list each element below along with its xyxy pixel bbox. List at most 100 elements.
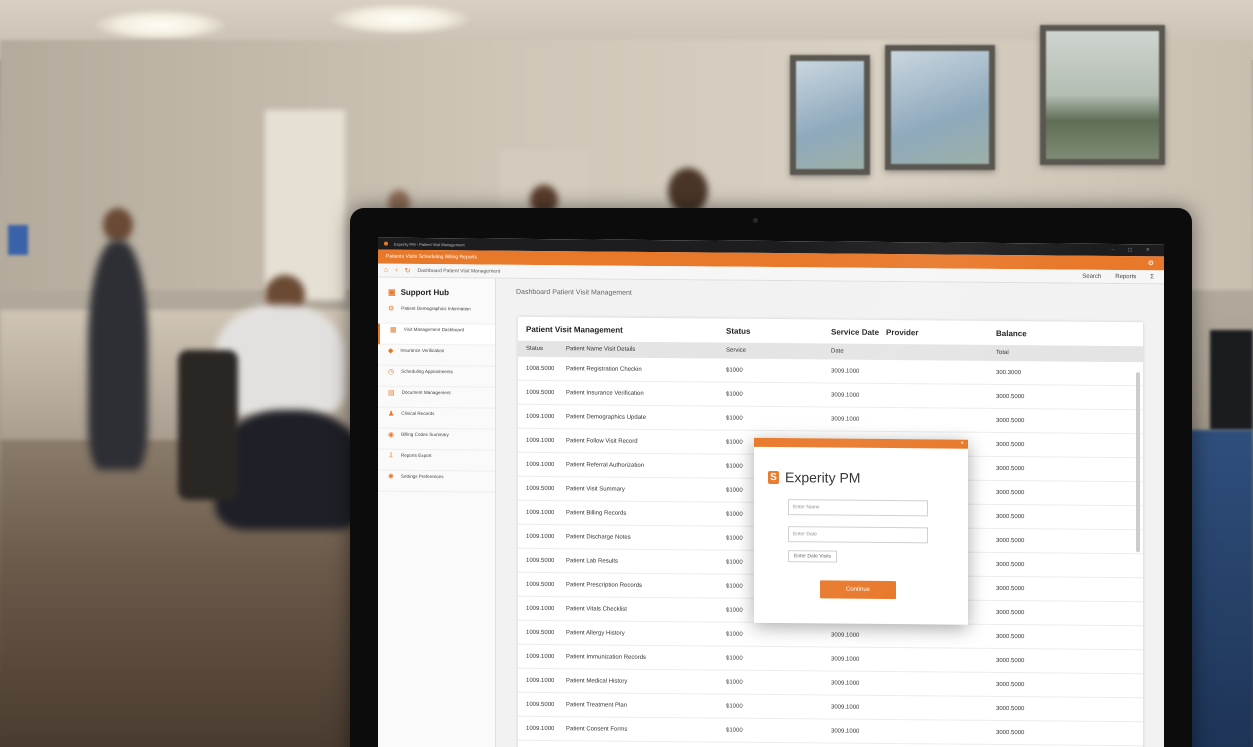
download-icon: ⇩ xyxy=(388,452,394,460)
close-icon[interactable]: × xyxy=(960,440,964,449)
menu-text[interactable]: Patients Visits Scheduling Billing Repor… xyxy=(386,254,477,261)
table-cell: Patient Allergy History xyxy=(566,629,625,637)
shield-icon: ◆ xyxy=(388,347,394,355)
sidebar-item-settings[interactable]: ✱ Settings Preferences xyxy=(378,470,495,493)
column-header[interactable]: Provider xyxy=(886,328,996,338)
table-cell: Patient Consent Forms xyxy=(566,725,628,733)
date-field[interactable]: Enter Date xyxy=(788,526,928,544)
settings-icon: ✱ xyxy=(388,473,394,481)
sidebar-item-scheduling[interactable]: ◷ Scheduling Appointments xyxy=(378,365,495,388)
table-cell: 1009.1000 xyxy=(526,461,555,468)
table-cell: Patient Immunization Records xyxy=(566,653,647,661)
table-cell: 1009.1000 xyxy=(526,533,555,540)
table-cell: 3000.5000 xyxy=(996,609,1025,616)
table-cell: 1009.1000 xyxy=(526,509,555,516)
sidebar: ▣ Support Hub ⚙ Patient Demographics Info… xyxy=(378,277,496,747)
sidebar-item-demographics[interactable]: ⚙ Patient Demographics Information xyxy=(378,302,495,325)
column-header[interactable]: Status xyxy=(726,326,831,336)
table-cell: 3000.5000 xyxy=(996,585,1025,592)
nav-link-sigma[interactable]: Σ xyxy=(1150,274,1154,280)
table-scrollbar[interactable] xyxy=(1136,372,1140,553)
photo-scene: Experity PM - Patient Visit Management –… xyxy=(0,0,1253,747)
chart-icon: ◉ xyxy=(388,431,395,439)
table-cell: 3000.5000 xyxy=(996,633,1025,640)
window-controls[interactable]: – ▢ ✕ xyxy=(1112,247,1156,253)
table-cell: 3000.5000 xyxy=(996,705,1025,712)
visits-toggle[interactable]: Enter Date Visits xyxy=(788,550,838,563)
table-cell: $1000 xyxy=(726,631,743,638)
table-cell: $1000 xyxy=(726,655,743,662)
table-cell xyxy=(931,684,996,685)
table-cell: $1000 xyxy=(726,679,743,686)
table-cell: 3009.1000 xyxy=(831,392,860,399)
table-cell: 3000.5000 xyxy=(996,417,1025,424)
sidebar-item-label: Visit Management Dashboard xyxy=(403,326,465,333)
sidebar-item-billing[interactable]: ◉ Billing Codes Summary xyxy=(378,428,495,451)
sidebar-item-label: Scheduling Appointments xyxy=(401,368,453,375)
app-icon xyxy=(384,241,388,246)
table-cell: 3000.5000 xyxy=(996,657,1025,664)
table-row[interactable]: 1009.1000 Patient Consent Forms $1000 3009.… xyxy=(518,716,1143,747)
sidebar-item-insurance[interactable]: ◆ Insurance Verification xyxy=(378,344,495,367)
column-header[interactable]: Balance xyxy=(996,328,1066,338)
name-field[interactable]: Enter Name xyxy=(788,499,928,517)
table-cell xyxy=(931,396,996,397)
wall-picture-frame xyxy=(1040,25,1165,165)
subheader-cell: Service xyxy=(726,347,747,354)
screen: Experity PM - Patient Visit Management –… xyxy=(378,237,1164,747)
table-cell: Patient Follow Visit Record xyxy=(566,437,638,445)
wall-sign xyxy=(8,225,28,255)
nav-path: Dashboard Patient Visit Management xyxy=(417,267,501,275)
sidebar-item-visit-management[interactable]: ▦ Visit Management Dashboard xyxy=(378,323,495,346)
refresh-icon[interactable]: ↻ xyxy=(405,266,411,274)
table-cell: 1009.5000 xyxy=(526,389,555,396)
sidebar-title-text: Support Hub xyxy=(400,287,449,298)
back-icon[interactable]: ‹ xyxy=(395,267,397,274)
table-cell: Patient Insurance Verification xyxy=(566,389,644,397)
nav-link-reports[interactable]: Reports xyxy=(1115,274,1136,280)
continue-button[interactable]: Continue xyxy=(820,580,896,600)
login-modal: × S Experity PM Enter Name Enter Date En… xyxy=(754,437,968,625)
clock-icon: ◷ xyxy=(388,368,395,376)
table-cell: 3009.1000 xyxy=(831,680,860,687)
table-cell xyxy=(931,420,996,421)
gear-icon: ⚙ xyxy=(388,305,395,313)
sidebar-item-label: Insurance Verification xyxy=(400,347,445,354)
person-head xyxy=(103,208,133,242)
table-cell: $1000 xyxy=(726,367,743,374)
table-cell: $1000 xyxy=(726,415,743,422)
ceiling-light xyxy=(330,4,470,34)
window-title: Experity PM - Patient Visit Management xyxy=(394,241,465,247)
table-cell: Patient Medical History xyxy=(566,677,628,685)
table-cell: 1009.1000 xyxy=(526,725,555,732)
table-cell: Patient Referral Authorization xyxy=(566,461,645,469)
settings-icon[interactable]: ⚙ xyxy=(1148,259,1154,267)
monitor: Experity PM - Patient Visit Management –… xyxy=(350,208,1192,747)
column-header[interactable]: Service Date xyxy=(831,327,886,336)
breadcrumb: Dashboard Patient Visit Management xyxy=(516,288,632,297)
document-icon: ▤ xyxy=(388,389,395,397)
calendar-icon: ▦ xyxy=(390,326,397,334)
sidebar-item-reports[interactable]: ⇩ Reports Export xyxy=(378,449,495,472)
sidebar-item-clinical[interactable]: ♟ Clinical Records xyxy=(378,407,495,430)
table-cell: 3000.5000 xyxy=(996,537,1025,544)
table-cell: Patient Lab Results xyxy=(566,557,619,565)
table-cell: $1000 xyxy=(726,703,743,710)
subheader-cell: Status xyxy=(526,345,544,353)
table-cell: Patient Visit Summary xyxy=(566,485,625,493)
sidebar-item-label: Reports Export xyxy=(400,452,432,459)
nav-link-search[interactable]: Search xyxy=(1082,273,1101,279)
table-cell: Patient Prescription Records xyxy=(566,581,643,589)
sidebar-item-documents[interactable]: ▤ Document Management xyxy=(378,386,495,409)
modal-header-bar: × xyxy=(754,437,968,449)
table-cell: Patient Billing Records xyxy=(566,509,627,517)
table-cell: 3009.1000 xyxy=(831,368,860,375)
home-icon[interactable]: ⌂ xyxy=(384,267,388,274)
table-cell xyxy=(931,660,996,661)
table-cell: Patient Registration Checkin xyxy=(566,365,642,373)
modal-logo: S Experity PM xyxy=(754,447,968,487)
sidebar-item-label: Clinical Records xyxy=(401,410,435,417)
table-cell: 1009.1000 xyxy=(526,605,555,612)
table-title: Patient Visit Management xyxy=(526,324,623,335)
sidebar-item-label: Document Management xyxy=(401,389,451,396)
